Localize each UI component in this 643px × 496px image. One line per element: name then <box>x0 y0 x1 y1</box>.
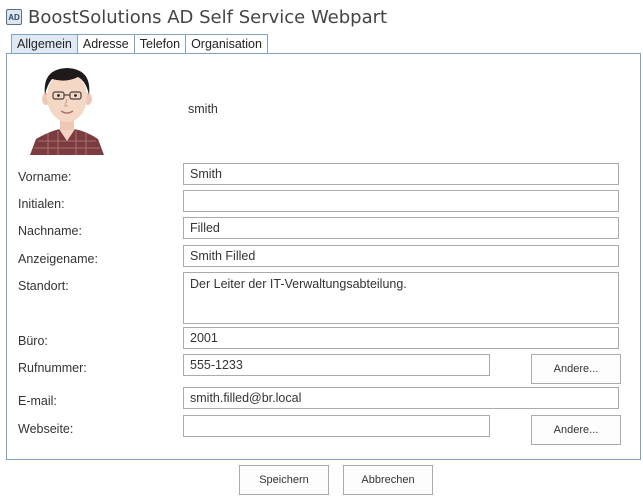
tab-adresse[interactable]: Adresse <box>77 34 135 53</box>
page-title: BoostSolutions AD Self Service Webpart <box>28 6 388 28</box>
webseite-label: Webseite: <box>18 422 74 436</box>
standort-label: Standort: <box>18 279 69 293</box>
cancel-button[interactable]: Abbrechen <box>343 465 433 495</box>
buero-input[interactable] <box>183 327 619 349</box>
rufnummer-input[interactable] <box>183 354 490 376</box>
username-label: smith <box>188 102 218 116</box>
email-input[interactable] <box>183 387 619 409</box>
tab-allgemein[interactable]: Allgemein <box>11 34 78 53</box>
rufnummer-andere-button[interactable]: Andere... <box>531 354 621 384</box>
tab-organisation[interactable]: Organisation <box>186 34 268 53</box>
save-button[interactable]: Speichern <box>239 465 329 495</box>
nachname-label: Nachname: <box>18 224 82 238</box>
buero-label: Büro: <box>18 334 48 348</box>
user-avatar-photo <box>30 68 104 155</box>
initialen-input[interactable] <box>183 190 619 212</box>
vorname-input[interactable] <box>183 163 619 185</box>
anzeigename-label: Anzeigename: <box>18 252 98 266</box>
tab-telefon[interactable]: Telefon <box>134 34 187 53</box>
ad-app-icon: AD <box>6 9 22 25</box>
rufnummer-label: Rufnummer: <box>18 361 87 375</box>
tab-bar: Allgemein Adresse Telefon Organisation <box>11 34 268 53</box>
anzeigename-input[interactable] <box>183 245 619 267</box>
title-bar: AD BoostSolutions AD Self Service Webpar… <box>6 5 387 29</box>
standort-textarea[interactable]: Der Leiter der IT-Verwaltungsabteilung. <box>183 272 619 324</box>
email-label: E-mail: <box>18 394 57 408</box>
nachname-input[interactable] <box>183 217 619 239</box>
initialen-label: Initialen: <box>18 197 65 211</box>
vorname-label: Vorname: <box>18 170 72 184</box>
webseite-andere-button[interactable]: Andere... <box>531 415 621 445</box>
webseite-input[interactable] <box>183 415 490 437</box>
